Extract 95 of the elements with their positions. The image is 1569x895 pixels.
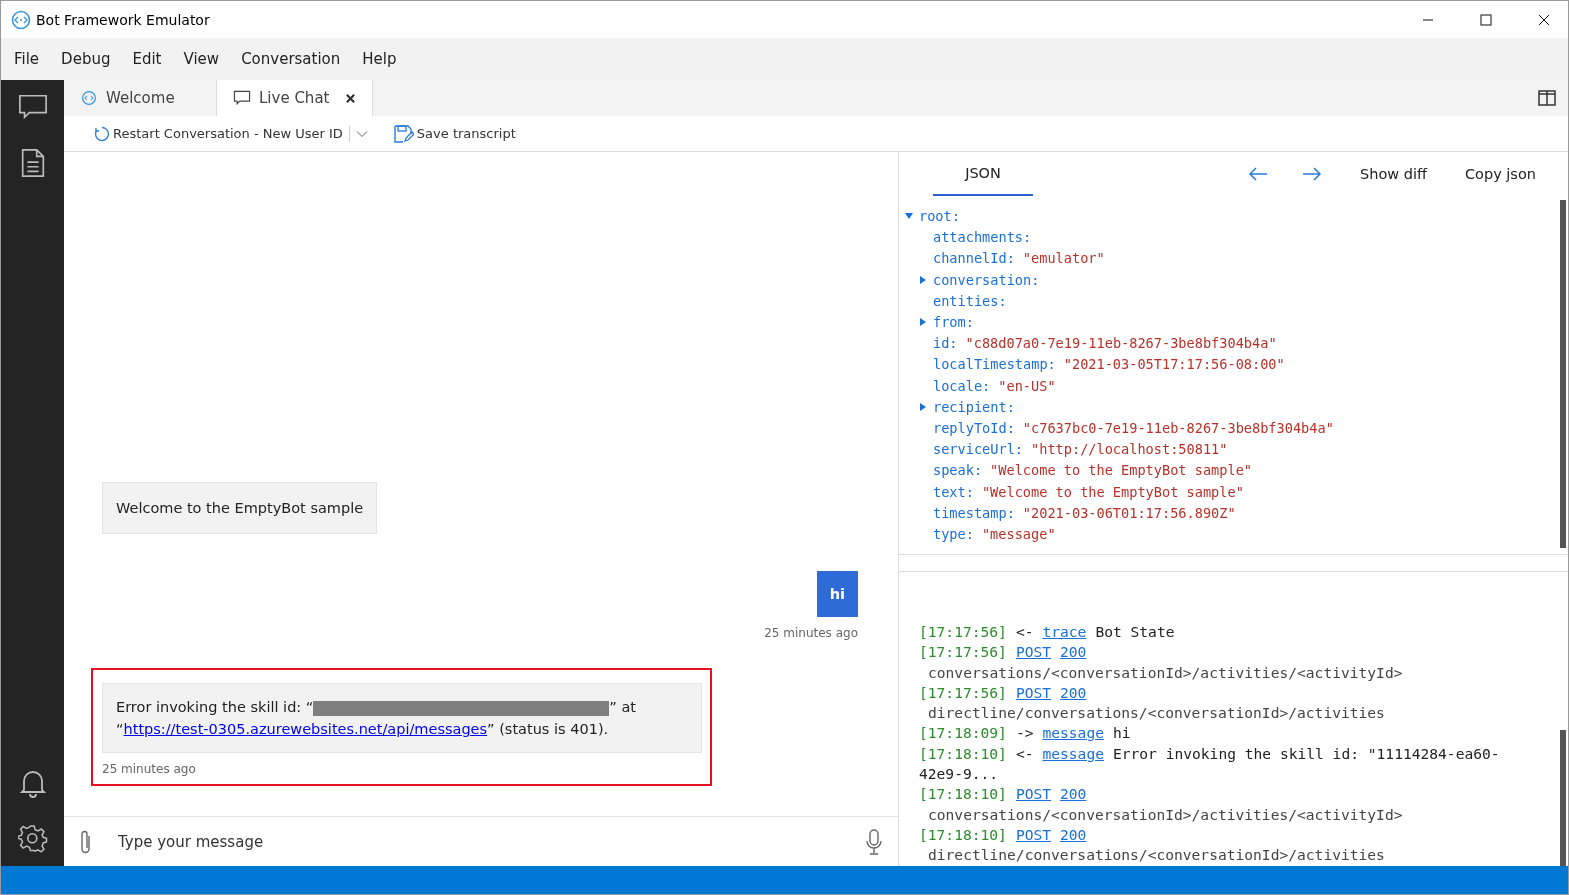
menu-item[interactable]: Edit	[132, 50, 162, 68]
menu-item[interactable]: View	[183, 50, 220, 68]
microphone-icon[interactable]	[866, 828, 882, 855]
inspector-action[interactable]: Copy json	[1464, 166, 1536, 182]
menu-item[interactable]: Help	[362, 50, 397, 68]
json-value: "emulator"	[1022, 249, 1105, 269]
chat-icon[interactable]	[17, 92, 48, 122]
log-link[interactable]: POST	[1015, 825, 1052, 843]
paperclip-icon[interactable]	[80, 828, 92, 855]
log-link[interactable]: message	[1042, 724, 1104, 742]
log-text: Bot State	[1095, 623, 1175, 640]
message-timestamp: 25 minutes ago	[764, 626, 858, 640]
json-key: root:	[919, 206, 960, 228]
log-time: [17:17:56]	[919, 623, 1007, 640]
forward-arrow-icon[interactable]	[1302, 166, 1322, 182]
json-key: conversation:	[933, 269, 1040, 291]
message-input[interactable]: Type your message	[116, 831, 842, 852]
log-path: conversations/<conversationId>/activities/<activityId>	[927, 662, 1404, 683]
log-path: conversations/<conversationId>/activities/<activityId>	[927, 804, 1404, 825]
log-link[interactable]: POST	[1015, 785, 1052, 803]
json-key: serviceUrl:	[933, 439, 1024, 461]
save-transcript-button[interactable]: Save transcript	[393, 124, 516, 143]
json-value: "c7637bc0-7e19-11eb-8267-3be8bf304b4a"	[1022, 419, 1334, 439]
json-value: "message"	[981, 525, 1056, 545]
expand-toggle-icon[interactable]	[919, 318, 927, 326]
log-link[interactable]: trace	[1042, 623, 1087, 640]
json-value: "2021-03-06T01:17:56.890Z"	[1022, 503, 1236, 523]
user-message: hi	[816, 571, 858, 617]
window-title: Bot Framework Emulator	[36, 11, 210, 28]
settings-icon[interactable]	[17, 824, 48, 854]
log-time: [17:17:56]	[919, 683, 1007, 701]
json-value: "http://localhost:50811"	[1031, 440, 1228, 460]
log-text: hi	[1112, 724, 1131, 742]
app-logo-icon	[11, 9, 31, 30]
json-key: replyToId:	[933, 418, 1015, 440]
log-link[interactable]: message	[1042, 744, 1104, 762]
document-tab[interactable]: Live Chat	[217, 80, 374, 116]
log-time: [17:18:10]	[919, 825, 1007, 843]
menu-item[interactable]: Conversation	[241, 50, 341, 68]
log-direction: <-	[1015, 623, 1034, 640]
bell-icon[interactable]	[17, 768, 48, 798]
json-key: localTimestamp:	[933, 354, 1056, 376]
log-direction: ->	[1015, 724, 1034, 742]
log-time: [17:17:56]	[919, 643, 1007, 661]
log-path: directline/conversations/<conversationId>/activities	[927, 845, 1386, 866]
message-link[interactable]: https://test-0305.azurewebsites.net/api/messages	[123, 721, 488, 737]
json-value: "Welcome to the EmptyBot sample"	[981, 482, 1244, 502]
log-link[interactable]: POST	[1015, 683, 1052, 701]
inspector-action[interactable]: Show diff	[1360, 166, 1427, 182]
json-key: from:	[933, 312, 974, 334]
message-timestamp: 25 minutes ago	[102, 762, 196, 776]
log-text: 42e9-9...	[919, 764, 1000, 785]
json-key: attachments:	[933, 227, 1032, 249]
log-link[interactable]: POST	[1015, 643, 1052, 661]
chat-icon	[233, 90, 251, 106]
close-icon[interactable]	[345, 92, 357, 104]
log-path: directline/conversations/<conversationId>/activities	[927, 703, 1386, 724]
json-key: entities:	[933, 290, 1007, 312]
json-key: text:	[933, 481, 974, 503]
bot-message: Error invoking the skill id: “ ” at “https://test-0305.azurewebsites.net/api/messages” (status is 401).	[102, 683, 702, 753]
restart-conversation-button[interactable]: Restart Conversation - New User ID	[94, 125, 343, 142]
expand-toggle-icon[interactable]	[919, 275, 927, 284]
log-time: [17:18:10]	[919, 744, 1007, 762]
log-link[interactable]: 200	[1060, 785, 1087, 803]
refresh-icon	[94, 125, 110, 142]
json-value: "en-US"	[998, 376, 1056, 396]
log-link[interactable]: 200	[1060, 643, 1087, 661]
menu-item[interactable]: Debug	[61, 50, 111, 68]
json-tab[interactable]: JSON	[933, 152, 1033, 196]
close-icon[interactable]	[1538, 13, 1550, 26]
log-link[interactable]: 200	[1060, 683, 1087, 701]
back-arrow-icon[interactable]	[1248, 166, 1268, 182]
maximize-icon[interactable]	[1480, 13, 1492, 26]
split-view-icon[interactable]	[1538, 90, 1556, 106]
log-time: [17:18:10]	[919, 785, 1007, 803]
json-key: locale:	[933, 375, 991, 397]
json-key: id:	[933, 333, 958, 355]
log-text: Error invoking the skill id: "11114284-ea60-	[1112, 744, 1500, 762]
menu-item[interactable]: File	[14, 50, 40, 68]
json-key: recipient:	[933, 396, 1015, 419]
json-value: "c88d07a0-7e19-11eb-8267-3be8bf304b4a"	[965, 334, 1277, 354]
log-time: [17:18:09]	[919, 724, 1007, 742]
json-key: timestamp:	[933, 502, 1015, 525]
log-link[interactable]: 200	[1060, 825, 1087, 843]
json-value: "2021-03-05T17:17:56-08:00"	[1063, 355, 1285, 375]
expand-toggle-icon[interactable]	[905, 212, 913, 220]
bot-message: Welcome to the EmptyBot sample	[102, 482, 378, 534]
json-key: channelId:	[933, 248, 1015, 270]
json-key: type:	[933, 524, 974, 546]
save-icon	[393, 124, 414, 143]
json-key: speak:	[933, 460, 983, 482]
log-direction: <-	[1015, 744, 1034, 762]
json-value: "Welcome to the EmptyBot sample"	[990, 461, 1252, 481]
app-logo-icon	[80, 90, 98, 106]
expand-toggle-icon[interactable]	[919, 402, 927, 411]
